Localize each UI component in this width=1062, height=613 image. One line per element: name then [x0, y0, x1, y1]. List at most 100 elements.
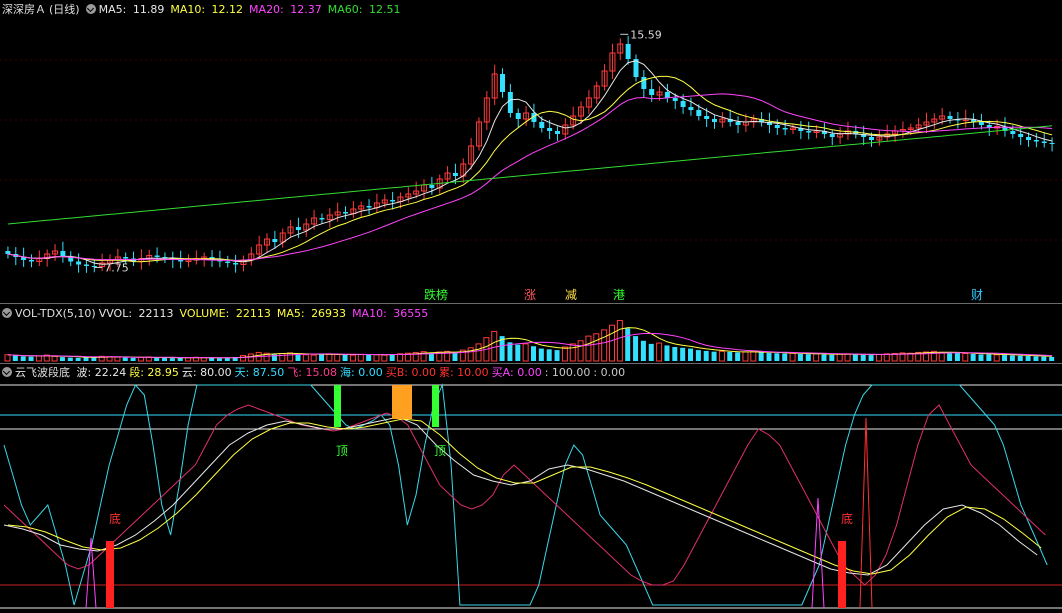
candle-body [774, 125, 780, 128]
volume-bar [122, 357, 128, 361]
volume-bar [12, 355, 18, 361]
high-price-label: 15.59 [630, 28, 662, 41]
volume-bar [491, 330, 498, 362]
volume-bar [727, 351, 733, 361]
volume-bar [577, 340, 584, 362]
volume-bar [467, 347, 474, 362]
candle-body [806, 131, 812, 133]
checkbox-icon[interactable] [85, 4, 96, 14]
volume-bar [813, 353, 820, 362]
indicator-item: 飞: 15.08 [287, 366, 338, 379]
volume-bar [357, 353, 364, 362]
candle-body [366, 206, 372, 208]
candle-body [83, 264, 89, 266]
volume-bar [349, 354, 356, 362]
volume-bar [75, 357, 81, 361]
candle-body [272, 239, 278, 242]
bottom-signal-text: 底 [109, 511, 121, 526]
volume-bar [852, 354, 858, 361]
volume-bar [664, 345, 670, 361]
candle-body [390, 200, 396, 202]
volume-bar [1017, 355, 1023, 361]
candle-body [178, 260, 184, 262]
candle-body [711, 119, 717, 122]
candle-body [1026, 137, 1032, 140]
vol-ma5-value: 26933 [311, 307, 347, 320]
volume-bar [829, 354, 835, 361]
ma20-label: MA20: 12.37 [249, 3, 325, 16]
volume-key: VOLUME: [179, 307, 230, 320]
indicator-item: 买B: 0.00 [385, 366, 436, 379]
candle-body [1033, 140, 1039, 142]
volume-bar [954, 352, 960, 361]
stock-name[interactable]: 深深房Ａ [2, 3, 46, 16]
volume-bar [162, 357, 168, 361]
volume-bar [67, 357, 73, 361]
indicator-item: 海: 0.00 [340, 366, 383, 379]
indicator-chart[interactable]: 顶 顶底 底 [0, 363, 1062, 613]
candle-body [515, 113, 521, 119]
volume-bar [718, 350, 725, 362]
ma5-label: MA5: 11.89 [99, 3, 168, 16]
candle-body [1041, 141, 1047, 143]
ma60-value: 12.51 [368, 3, 401, 16]
volume-header: VOL-TDX(5,10) VVOL: 22113 VOLUME: 22113 MA5… [2, 307, 434, 320]
candle-body [696, 110, 702, 116]
ma20-value: 12.37 [290, 3, 322, 16]
candle-body [429, 185, 435, 188]
top-signal-text: 顶 [336, 444, 348, 458]
volume-bar [1033, 356, 1039, 361]
candlestick-chart[interactable]: 15.59 7.75 跌榜 涨 减 港 财 [0, 0, 1062, 304]
checkbox-icon[interactable] [2, 308, 12, 318]
candle-body [154, 255, 160, 257]
volume-bar [860, 354, 866, 361]
volume-bar [962, 353, 969, 362]
price-panel[interactable]: 15.59 7.75 跌榜涨减港财 深深房Ａ (日线) MA5: 11.89 MA10: … [0, 0, 1062, 304]
volume-bar [774, 353, 780, 361]
candle-body [123, 257, 129, 259]
candle-body [664, 92, 670, 98]
volume-bar [585, 335, 592, 362]
candle-body [91, 266, 97, 267]
indicator-panel[interactable]: 顶 顶底 底 云飞波段底 波: 22.24 段: 28.95 云: 80.00 天: 87… [0, 363, 1062, 613]
checkbox-icon[interactable] [2, 367, 12, 377]
volume-bar [381, 354, 388, 362]
volume-bar [114, 356, 121, 362]
volume-bar [789, 352, 796, 362]
candle-body [539, 122, 545, 128]
volume-bar [216, 358, 222, 361]
volume-bar [782, 353, 788, 361]
indicator-item: 买A: 0.00 [491, 366, 542, 379]
candle-body [735, 122, 741, 125]
volume-bar [970, 354, 976, 361]
volume-bar [326, 353, 333, 362]
top-signal-text: 顶 [434, 444, 446, 458]
volume-bar [310, 354, 317, 362]
bottom-signal-text: 底 [841, 511, 853, 526]
volume-bar [672, 347, 678, 361]
volume-bar [844, 353, 851, 362]
volume-bar [546, 349, 552, 361]
candle-body [1010, 131, 1016, 134]
volume-bar [640, 340, 646, 361]
volume-bar [821, 354, 827, 361]
volume-bar [735, 352, 741, 361]
volume-bar [1002, 355, 1008, 361]
volume-bar [938, 351, 945, 362]
candle-body [1049, 143, 1055, 144]
volume-bar [680, 347, 686, 361]
indicator-item: 天: 87.50 [234, 366, 285, 379]
volume-bar [130, 357, 136, 361]
bottom-signal-bar [838, 541, 846, 608]
volume-bar [978, 354, 984, 361]
candle-body [343, 212, 349, 214]
indicator-item: 云: 80.00 [181, 366, 232, 379]
period-label[interactable]: (日线) [49, 3, 80, 16]
price-header: 深深房Ａ (日线) MA5: 11.89 MA10: 12.12 MA20: 12.37… [2, 3, 406, 16]
volume-bar [334, 353, 341, 362]
volume-panel[interactable]: VOL-TDX(5,10) VVOL: 22113 VOLUME: 22113 MA5… [0, 304, 1062, 363]
volume-bar [20, 356, 26, 361]
volume-bar [154, 357, 160, 361]
volume-bar [35, 355, 42, 362]
candle-body [5, 251, 11, 254]
